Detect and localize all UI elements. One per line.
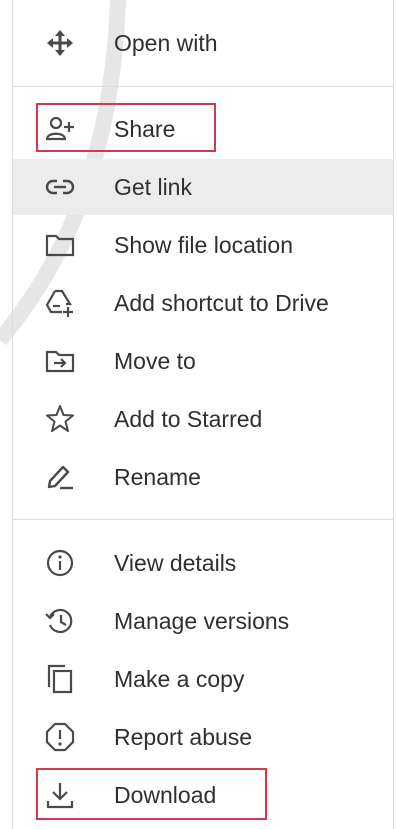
menu-divider — [13, 86, 393, 87]
menu-item-get-link[interactable]: Get link — [13, 159, 393, 215]
menu-item-open-with[interactable]: Open with — [13, 15, 393, 71]
menu-item-move-to[interactable]: Move to — [13, 333, 393, 389]
menu-item-report-abuse[interactable]: Report abuse — [13, 709, 393, 765]
context-menu: Open with Share Get link Show file locat… — [12, 0, 394, 829]
menu-item-label: Report abuse — [114, 724, 253, 750]
menu-item-label: Manage versions — [114, 608, 290, 634]
move-to-folder-icon — [44, 345, 76, 377]
menu-item-label: View details — [114, 550, 237, 576]
menu-item-label: Get link — [114, 174, 192, 200]
star-icon — [44, 403, 76, 435]
link-icon — [44, 171, 76, 203]
menu-item-manage-versions[interactable]: Manage versions — [13, 593, 393, 649]
menu-divider — [13, 519, 393, 520]
folder-icon — [44, 229, 76, 261]
menu-item-label: Rename — [114, 464, 201, 490]
menu-item-label: Open with — [114, 30, 218, 56]
menu-item-label: Add shortcut to Drive — [114, 290, 329, 316]
add-to-drive-icon — [44, 287, 76, 319]
menu-item-make-a-copy[interactable]: Make a copy — [13, 651, 393, 707]
menu-item-show-file-location[interactable]: Show file location — [13, 217, 393, 273]
context-menu-screenshot: Open with Share Get link Show file locat… — [0, 0, 397, 829]
info-icon — [44, 547, 76, 579]
menu-item-label: Show file location — [114, 232, 293, 258]
pencil-icon — [44, 461, 76, 493]
share-highlight-box — [36, 103, 216, 152]
move-arrows-icon — [44, 27, 76, 59]
copy-icon — [44, 663, 76, 695]
menu-item-label: Move to — [114, 348, 196, 374]
download-highlight-box — [36, 768, 267, 820]
menu-item-add-shortcut[interactable]: Add shortcut to Drive — [13, 275, 393, 331]
menu-item-label: Add to Starred — [114, 406, 263, 432]
history-icon — [44, 605, 76, 637]
menu-item-view-details[interactable]: View details — [13, 535, 393, 591]
menu-item-rename[interactable]: Rename — [13, 449, 393, 505]
report-icon — [44, 721, 76, 753]
menu-item-add-to-starred[interactable]: Add to Starred — [13, 391, 393, 447]
menu-item-label: Make a copy — [114, 666, 245, 692]
